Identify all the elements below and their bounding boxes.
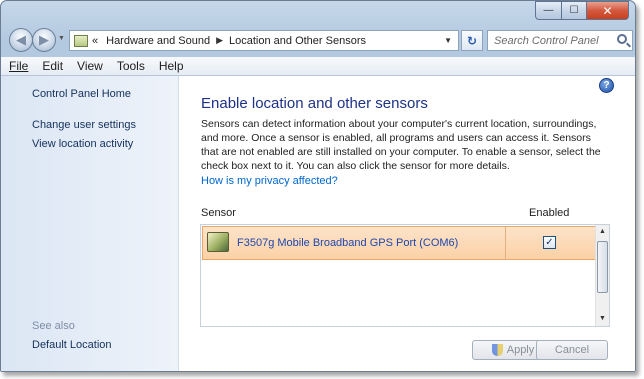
forward-button[interactable]: ▶ — [32, 28, 56, 52]
see-also-heading: See also — [32, 320, 75, 332]
navigation-bar: ◀ ▶ ▼ « Hardware and Sound ▶ Location an… — [9, 28, 633, 54]
apply-label: Apply — [506, 344, 535, 356]
sensor-enabled-checkbox[interactable]: ✓ — [543, 236, 556, 249]
help-icon[interactable]: ? — [599, 78, 614, 93]
address-bar[interactable]: « Hardware and Sound ▶ Location and Othe… — [69, 30, 459, 51]
column-header-sensor[interactable]: Sensor — [201, 207, 236, 219]
menu-file[interactable]: File — [9, 59, 28, 73]
menu-help[interactable]: Help — [159, 59, 184, 73]
menu-edit[interactable]: Edit — [42, 59, 63, 73]
caption-buttons: — ☐ ✕ — [535, 1, 629, 20]
uac-shield-icon — [491, 344, 503, 356]
sensor-name[interactable]: F3507g Mobile Broadband GPS Port (COM6) — [237, 237, 458, 249]
close-button[interactable]: ✕ — [586, 1, 629, 20]
scroll-down-icon[interactable]: ▼ — [596, 312, 609, 326]
cancel-label: Cancel — [554, 344, 590, 356]
default-location-link[interactable]: Default Location — [32, 339, 112, 351]
list-item[interactable]: F3507g Mobile Broadband GPS Port (COM6) … — [202, 226, 596, 260]
scroll-thumb[interactable] — [597, 241, 608, 293]
maximize-button[interactable]: ☐ — [561, 1, 586, 20]
task-pane: Control Panel Home Change user settings … — [1, 76, 179, 371]
refresh-icon: ↻ — [466, 33, 478, 48]
scroll-up-icon[interactable]: ▲ — [596, 225, 609, 239]
forward-arrow-icon: ▶ — [39, 32, 49, 47]
cancel-button[interactable]: Cancel — [536, 340, 608, 360]
menu-bar: File Edit View Tools Help — [1, 57, 635, 76]
vertical-scrollbar[interactable]: ▲ ▼ — [595, 225, 609, 326]
control-panel-icon — [74, 34, 88, 47]
search-placeholder: Search Control Panel — [494, 34, 599, 47]
column-header-enabled[interactable]: Enabled — [529, 207, 569, 219]
recent-pages-dropdown[interactable]: ▼ — [58, 35, 65, 42]
refresh-button[interactable]: ↻ — [461, 30, 483, 51]
search-icon[interactable] — [617, 34, 627, 44]
menu-view[interactable]: View — [77, 59, 103, 73]
sensor-list[interactable]: F3507g Mobile Broadband GPS Port (COM6) … — [200, 224, 610, 327]
breadcrumb-location-sensors[interactable]: Location and Other Sensors — [229, 35, 366, 47]
content-area: Control Panel Home Change user settings … — [1, 76, 635, 371]
search-input[interactable]: Search Control Panel — [487, 30, 633, 51]
change-user-settings-link[interactable]: Change user settings — [32, 119, 136, 131]
column-divider — [505, 227, 506, 259]
minimize-button[interactable]: — — [535, 1, 561, 20]
breadcrumb-hardware-and-sound[interactable]: Hardware and Sound — [106, 35, 210, 47]
view-location-activity-link[interactable]: View location activity — [32, 138, 133, 150]
menu-tools[interactable]: Tools — [117, 59, 145, 73]
gps-sensor-icon — [207, 232, 229, 252]
control-panel-home-link[interactable]: Control Panel Home — [32, 88, 131, 100]
back-button[interactable]: ◀ — [9, 28, 33, 52]
breadcrumb-overflow[interactable]: « — [92, 35, 98, 47]
breadcrumb-separator-icon[interactable]: ▶ — [216, 35, 223, 46]
privacy-link[interactable]: How is my privacy affected? — [201, 175, 338, 187]
control-panel-window: — ☐ ✕ ◀ ▶ ▼ « Hardware and Sound ▶ Locat… — [0, 0, 636, 372]
address-dropdown-icon[interactable]: ▼ — [444, 36, 452, 45]
back-arrow-icon: ◀ — [16, 32, 26, 47]
page-description: Sensors can detect information about you… — [201, 118, 601, 172]
page-title: Enable location and other sensors — [201, 95, 428, 112]
